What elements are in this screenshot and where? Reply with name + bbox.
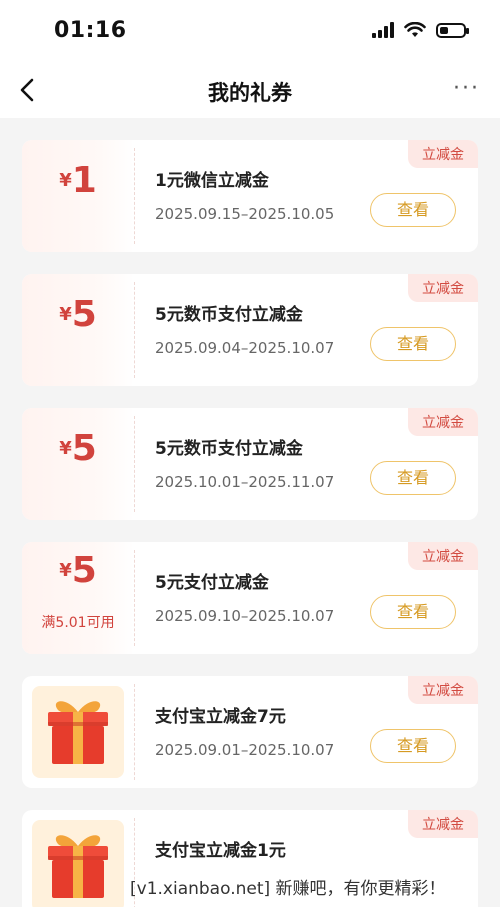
currency-symbol: ¥ [59, 170, 72, 191]
view-button[interactable]: 查看 [370, 729, 456, 763]
coupon-amount: ¥5 [22, 294, 134, 335]
gift-box-thumbnail [32, 820, 124, 907]
coupon-card[interactable]: ¥5 5元数币支付立减金 2025.09.04–2025.10.07 立减金 查… [22, 274, 478, 386]
more-options-button[interactable]: ··· [453, 76, 480, 101]
wifi-icon [404, 22, 426, 37]
view-button[interactable]: 查看 [370, 461, 456, 495]
status-time: 01:16 [54, 18, 127, 43]
dashed-divider [134, 416, 135, 512]
page-title: 我的礼券 [208, 81, 292, 105]
coupon-type-badge: 立减金 [408, 810, 478, 838]
coupon-type-badge: 立减金 [408, 676, 478, 704]
amount-value: 5 [71, 428, 97, 469]
coupon-type-badge: 立减金 [408, 542, 478, 570]
view-button[interactable]: 查看 [370, 193, 456, 227]
coupon-card[interactable]: ¥1 1元微信立减金 2025.09.15–2025.10.05 立减金 查看 [22, 140, 478, 252]
coupon-validity: 2025.09.01–2025.10.07 [155, 741, 335, 759]
view-button[interactable]: 查看 [370, 595, 456, 629]
amount-value: 1 [71, 160, 97, 201]
coupon-amount: ¥5 [22, 428, 134, 469]
coupon-amount: ¥5 [22, 550, 134, 591]
battery-icon [436, 22, 469, 38]
coupon-validity: 2025.09.15–2025.10.05 [155, 205, 335, 223]
cellular-signal-icon [372, 22, 394, 38]
coupon-validity: 2025.10.01–2025.11.07 [155, 473, 335, 491]
dashed-divider [134, 148, 135, 244]
coupon-amount-panel: ¥1 [22, 140, 134, 252]
coupon-validity: 2025.09.04–2025.10.07 [155, 339, 335, 357]
currency-symbol: ¥ [59, 304, 72, 325]
coupon-name: 5元数币支付立减金 [155, 439, 303, 459]
gift-box-icon [48, 701, 108, 764]
watermark-text: [v1.xianbao.net] 新赚吧，有你更精彩！ [130, 879, 446, 899]
coupon-type-badge: 立减金 [408, 408, 478, 436]
currency-symbol: ¥ [59, 560, 72, 581]
dashed-divider [134, 550, 135, 646]
coupon-type-badge: 立减金 [408, 140, 478, 168]
coupon-amount-panel: ¥5 满5.01可用 [22, 542, 134, 654]
coupon-card[interactable]: ¥5 满5.01可用 5元支付立减金 2025.09.10–2025.10.07… [22, 542, 478, 654]
coupon-name: 5元数币支付立减金 [155, 305, 303, 325]
coupon-list: ¥1 1元微信立减金 2025.09.15–2025.10.05 立减金 查看 … [0, 118, 500, 907]
coupon-name: 支付宝立减金7元 [155, 707, 286, 727]
coupon-name: 支付宝立减金1元 [155, 841, 286, 861]
coupon-validity: 2025.09.10–2025.10.07 [155, 607, 335, 625]
status-bar: 01:16 [0, 0, 500, 64]
amount-value: 5 [71, 294, 97, 335]
coupon-name: 1元微信立减金 [155, 171, 269, 191]
gift-box-thumbnail [32, 686, 124, 778]
coupon-amount-panel: ¥5 [22, 274, 134, 386]
status-icons [372, 22, 469, 38]
dashed-divider [134, 684, 135, 780]
amount-value: 5 [71, 550, 97, 591]
dashed-divider [134, 282, 135, 378]
coupon-name: 5元支付立减金 [155, 573, 269, 593]
coupon-condition: 满5.01可用 [41, 615, 115, 631]
nav-bar: 我的礼券 ··· [0, 64, 500, 118]
coupon-type-badge: 立减金 [408, 274, 478, 302]
coupon-amount: ¥1 [22, 160, 134, 201]
coupon-card[interactable]: 支付宝立减金7元 2025.09.01–2025.10.07 立减金 查看 [22, 676, 478, 788]
coupon-card[interactable]: ¥5 5元数币支付立减金 2025.10.01–2025.11.07 立减金 查… [22, 408, 478, 520]
currency-symbol: ¥ [59, 438, 72, 459]
gift-box-icon [48, 835, 108, 898]
view-button[interactable]: 查看 [370, 327, 456, 361]
coupon-amount-panel: ¥5 [22, 408, 134, 520]
